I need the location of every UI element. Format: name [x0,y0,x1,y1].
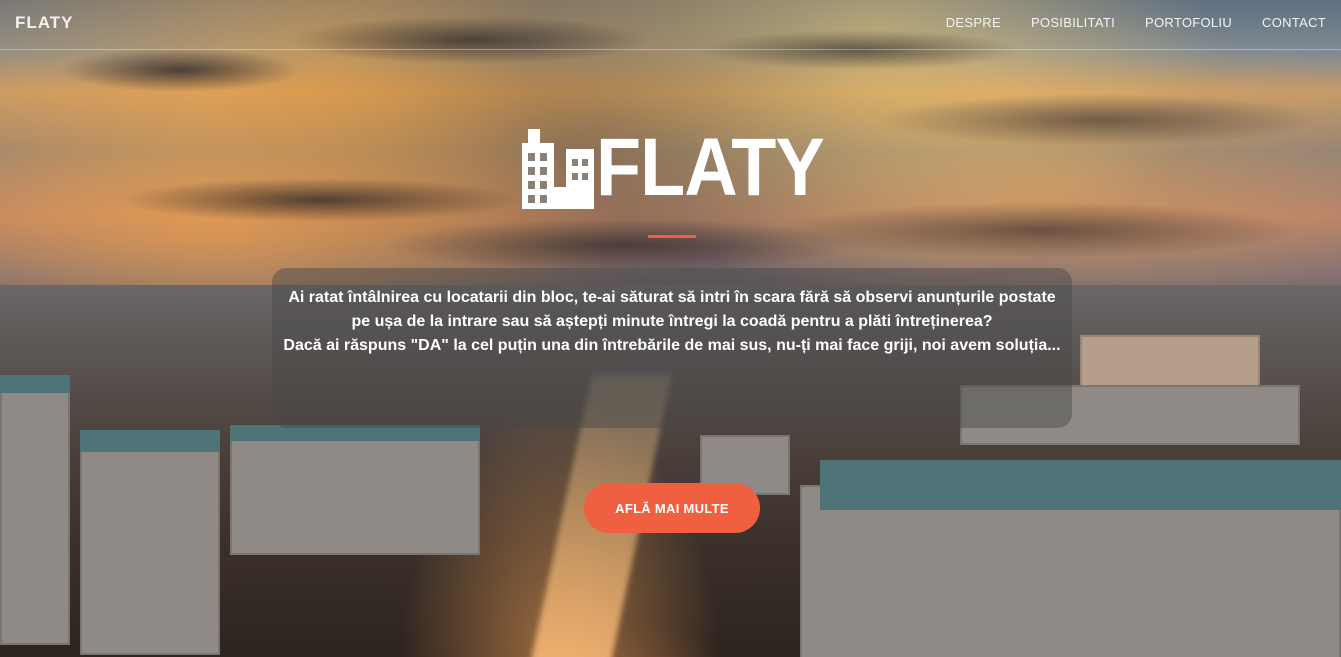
flaty-logo: FLATY [522,127,849,209]
accent-divider [648,235,696,238]
intro-paragraph-2: Dacă ai răspuns "DA" la cel puțin una di… [283,337,1061,354]
logo-text: FLATY [596,122,825,213]
city-building [80,445,220,655]
nav-link-contact[interactable]: CONTACT [1262,15,1326,30]
city-building [800,485,1341,657]
city-building [230,435,480,555]
nav-link-posibilitati[interactable]: POSIBILITATI [1031,15,1115,30]
learn-more-button[interactable]: AFLĂ MAI MULTE [584,483,760,533]
city-building [0,385,70,645]
intro-paragraph-1: Ai ratat întâlnirea cu locatarii din blo… [288,289,1056,330]
nav-link-portofoliu[interactable]: PORTOFOLIU [1145,15,1232,30]
building-icon [522,129,594,209]
city-roof [80,430,220,452]
nav-links: DESPRE POSIBILITATI PORTOFOLIU CONTACT [946,15,1326,30]
city-building [1080,335,1260,400]
navbar-brand[interactable]: FLATY [15,13,74,33]
top-navbar: FLATY DESPRE POSIBILITATI PORTOFOLIU CON… [0,0,1341,50]
city-roof [820,460,1341,510]
intro-text-panel: Ai ratat întâlnirea cu locatarii din blo… [272,268,1072,428]
nav-link-despre[interactable]: DESPRE [946,15,1001,30]
hero-section: FLATY DESPRE POSIBILITATI PORTOFOLIU CON… [0,0,1341,657]
city-roof [0,375,70,393]
